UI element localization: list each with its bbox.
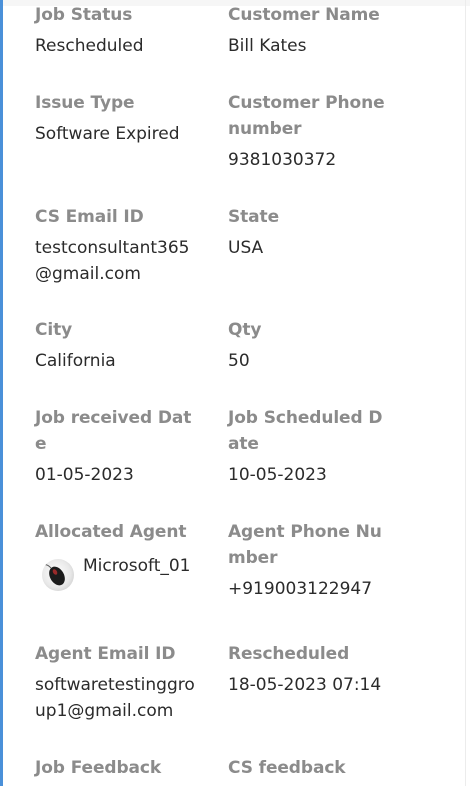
field-allocated-agent: Allocated Agent Microsoft_01 — [35, 519, 195, 591]
issue-type-label: Issue Type — [35, 93, 135, 113]
job-scheduled-date-label: Job Scheduled Date — [228, 408, 383, 454]
field-cs-email: CS Email ID testconsultant365@gmail.com — [35, 204, 195, 287]
field-agent-phone: Agent Phone Number +919003122947 — [228, 519, 388, 602]
job-received-date-value: 01-05-2023 — [35, 465, 134, 485]
state-label: State — [228, 207, 279, 227]
agent-email-label: Agent Email ID — [35, 644, 176, 664]
field-city: City California — [35, 317, 195, 374]
customer-name-label: Customer Name — [228, 5, 380, 25]
allocated-agent-label: Allocated Agent — [35, 522, 187, 542]
field-state: State USA — [228, 204, 388, 261]
field-customer-phone: Customer Phone number 9381030372 — [228, 90, 388, 173]
job-status-label: Job Status — [35, 5, 133, 25]
qty-label: Qty — [228, 320, 262, 340]
allocated-agent-chip[interactable]: Microsoft_01 — [42, 553, 195, 591]
field-job-received-date: Job received Date 01-05-2023 — [35, 405, 195, 488]
city-label: City — [35, 320, 73, 340]
job-scheduled-date-value: 10-05-2023 — [228, 465, 327, 485]
field-issue-type: Issue Type Software Expired — [35, 90, 195, 147]
state-value: USA — [228, 238, 264, 258]
field-job-status: Job Status Rescheduled — [35, 2, 195, 59]
agent-email-value: softwaretestinggroup1@gmail.com — [35, 675, 195, 721]
cs-email-label: CS Email ID — [35, 207, 144, 227]
field-agent-email: Agent Email ID softwaretestinggroup1@gma… — [35, 641, 195, 724]
customer-phone-label: Customer Phone number — [228, 93, 385, 139]
rescheduled-value: 18-05-2023 07:14 — [228, 675, 382, 695]
agent-avatar — [42, 559, 74, 591]
field-qty: Qty 50 — [228, 317, 388, 374]
field-job-scheduled-date: Job Scheduled Date 10-05-2023 — [228, 405, 388, 488]
agent-phone-label: Agent Phone Number — [228, 522, 382, 568]
job-received-date-label: Job received Date — [35, 408, 192, 454]
job-feedback-label: Job Feedback — [35, 758, 162, 778]
field-cs-feedback: CS feedback — [228, 755, 388, 781]
qty-value: 50 — [228, 351, 250, 371]
field-customer-name: Customer Name Bill Kates — [228, 2, 388, 59]
job-status-value: Rescheduled — [35, 36, 144, 56]
customer-phone-value: 9381030372 — [228, 150, 337, 170]
cs-feedback-label: CS feedback — [228, 758, 346, 778]
field-rescheduled: Rescheduled 18-05-2023 07:14 — [228, 641, 388, 698]
agent-phone-value: +919003122947 — [228, 579, 373, 599]
field-job-feedback: Job Feedback — [35, 755, 195, 781]
cs-email-value: testconsultant365@gmail.com — [35, 238, 190, 284]
computer-mouse-icon — [43, 564, 65, 586]
job-details-card: Job Status Rescheduled Customer Name Bil… — [0, 0, 466, 786]
city-value: California — [35, 351, 116, 371]
customer-name-value: Bill Kates — [228, 36, 307, 56]
allocated-agent-value: Microsoft_01 — [83, 556, 191, 576]
rescheduled-label: Rescheduled — [228, 644, 350, 664]
issue-type-value: Software Expired — [35, 124, 180, 144]
